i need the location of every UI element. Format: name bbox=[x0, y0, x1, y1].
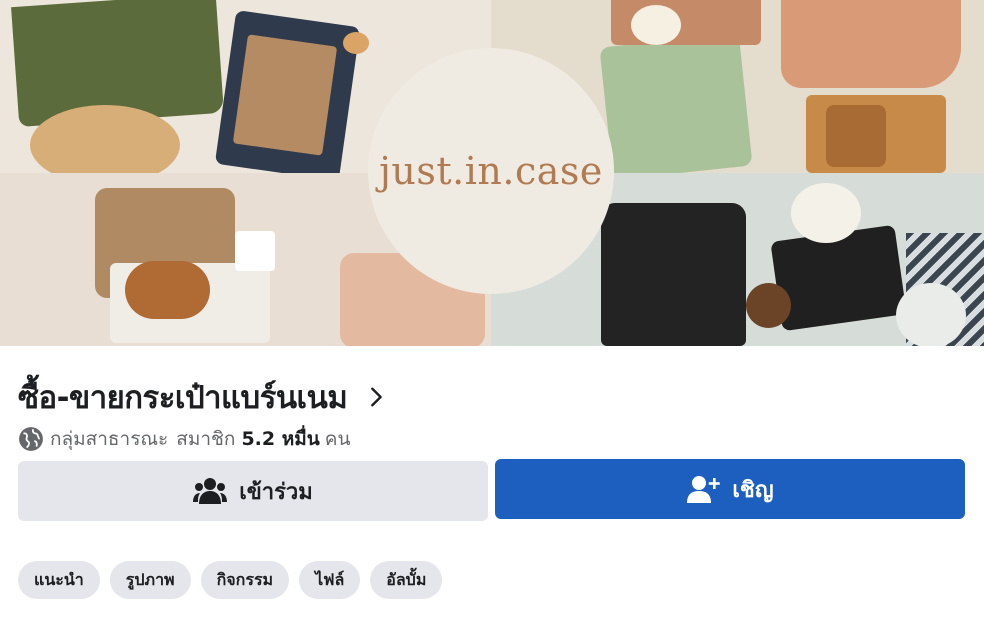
tab-about[interactable]: แนะนำ bbox=[18, 561, 100, 599]
tan-panel-shape bbox=[232, 34, 338, 156]
globe-icon bbox=[19, 427, 43, 451]
join-group-button[interactable]: เข้าร่วม bbox=[18, 461, 488, 521]
tab-events[interactable]: กิจกรรม bbox=[200, 561, 290, 599]
group-meta: กลุ่มสาธารณะ สมาชิก 5.2 หมื่น คน bbox=[18, 424, 350, 454]
tab-files[interactable]: ไฟล์ bbox=[299, 561, 361, 599]
group-privacy: กลุ่มสาธารณะ bbox=[50, 428, 169, 450]
plate-shape bbox=[896, 283, 966, 346]
tab-albums[interactable]: อัลบั้ม bbox=[370, 561, 443, 599]
brand-logo-badge: just.in.case bbox=[368, 48, 614, 294]
join-button-label: เข้าร่วม bbox=[239, 479, 313, 505]
members-unit: คน bbox=[324, 428, 351, 450]
brand-logo-text: just.in.case bbox=[379, 149, 603, 193]
sugar-cube-shape bbox=[235, 231, 275, 271]
milk-cup-shape bbox=[791, 183, 861, 243]
tab-photos[interactable]: รูปภาพ bbox=[109, 561, 191, 599]
invite-button[interactable]: เชิญ bbox=[495, 459, 965, 519]
add-person-icon bbox=[687, 476, 721, 503]
invite-button-label: เชิญ bbox=[732, 477, 774, 503]
group-tabs: แนะนำ รูปภาพ กิจกรรม ไฟล์ อัลบั้ม bbox=[18, 561, 443, 599]
bread-shape bbox=[125, 261, 210, 319]
chevron-right-icon[interactable] bbox=[365, 386, 387, 408]
bread-shape bbox=[826, 105, 886, 167]
group-title[interactable]: ซื้อ-ขายกระเป๋าแบร์นเนม bbox=[18, 372, 348, 422]
cup-shape bbox=[631, 5, 681, 45]
group-cover-photo[interactable]: just.in.case bbox=[0, 0, 984, 346]
peach-bag-shape bbox=[781, 0, 961, 88]
black-bucket-bag-shape bbox=[601, 203, 746, 346]
group-title-row[interactable]: ซื้อ-ขายกระเป๋าแบร์นเนม bbox=[18, 372, 387, 422]
coffee-shape bbox=[746, 283, 791, 328]
group-people-icon bbox=[193, 478, 228, 504]
sage-bag-shape bbox=[599, 33, 753, 173]
members-count[interactable]: 5.2 หมื่น bbox=[241, 424, 319, 454]
egg-shape bbox=[343, 32, 369, 54]
members-label: สมาชิก bbox=[176, 428, 236, 450]
